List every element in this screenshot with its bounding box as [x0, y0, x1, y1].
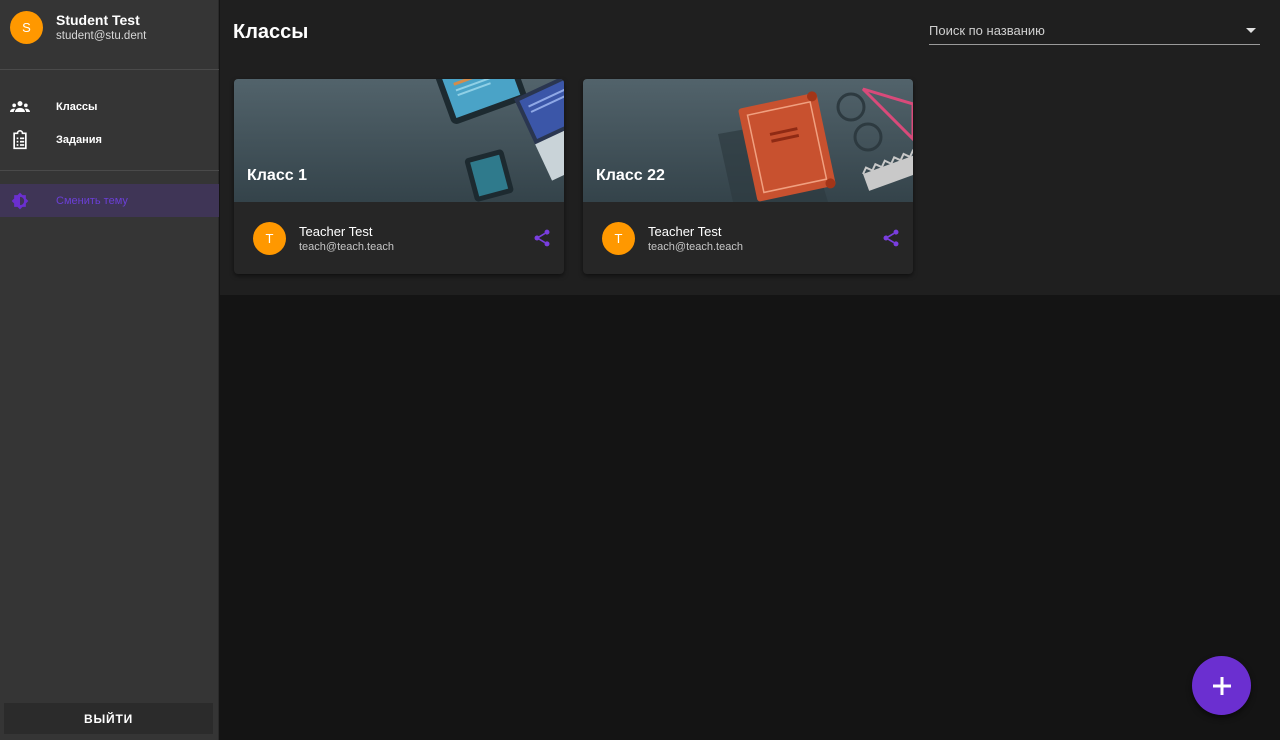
- user-avatar: S: [10, 11, 43, 44]
- user-email: student@stu.dent: [56, 30, 147, 42]
- teacher-email: teach@teach.teach: [648, 241, 743, 253]
- teacher-avatar: T: [602, 222, 635, 255]
- search-placeholder: Поиск по названию: [929, 23, 1045, 38]
- dropdown-arrow-icon: [1246, 28, 1256, 33]
- class-title: Класс 22: [596, 167, 665, 184]
- share-icon[interactable]: [881, 228, 901, 248]
- class-title: Класс 1: [247, 167, 307, 184]
- sidebar-item-label: Сменить тему: [56, 194, 128, 207]
- user-profile: S Student Test student@stu.dent: [0, 0, 219, 70]
- share-icon[interactable]: [532, 228, 552, 248]
- sidebar-item-classes[interactable]: Классы: [0, 90, 219, 123]
- class-banner-book: Класс 22: [583, 79, 913, 202]
- app: S Student Test student@stu.dent Классы З…: [0, 0, 1280, 740]
- sidebar: S Student Test student@stu.dent Классы З…: [0, 0, 219, 740]
- teacher-email: teach@teach.teach: [299, 241, 394, 253]
- clipboard-list-icon: [13, 130, 27, 150]
- class-card[interactable]: Класс 22 T Teacher Test teach@teach.teac…: [583, 79, 913, 274]
- sidebar-item-change-theme[interactable]: Сменить тему: [0, 184, 219, 217]
- user-name: Student Test: [56, 12, 140, 28]
- teacher-name: Teacher Test: [299, 224, 373, 239]
- class-banner-devices: Класс 1: [234, 79, 564, 202]
- add-class-button[interactable]: [1192, 656, 1251, 715]
- plus-icon: [1212, 676, 1231, 695]
- page-title: Классы: [233, 21, 309, 43]
- teacher-avatar: T: [253, 222, 286, 255]
- theme-icon: [11, 192, 29, 210]
- class-card[interactable]: Класс 1 T Teacher Test teach@teach.teach: [234, 79, 564, 274]
- people-icon: [10, 101, 30, 112]
- sidebar-divider: [0, 170, 219, 171]
- search-select[interactable]: Поиск по названию: [929, 16, 1260, 45]
- sidebar-item-label: Задания: [56, 133, 102, 146]
- teacher-name: Teacher Test: [648, 224, 722, 239]
- sidebar-item-label: Классы: [56, 100, 98, 113]
- logout-button[interactable]: ВЫЙТИ: [4, 703, 213, 734]
- sidebar-item-tasks[interactable]: Задания: [0, 123, 219, 156]
